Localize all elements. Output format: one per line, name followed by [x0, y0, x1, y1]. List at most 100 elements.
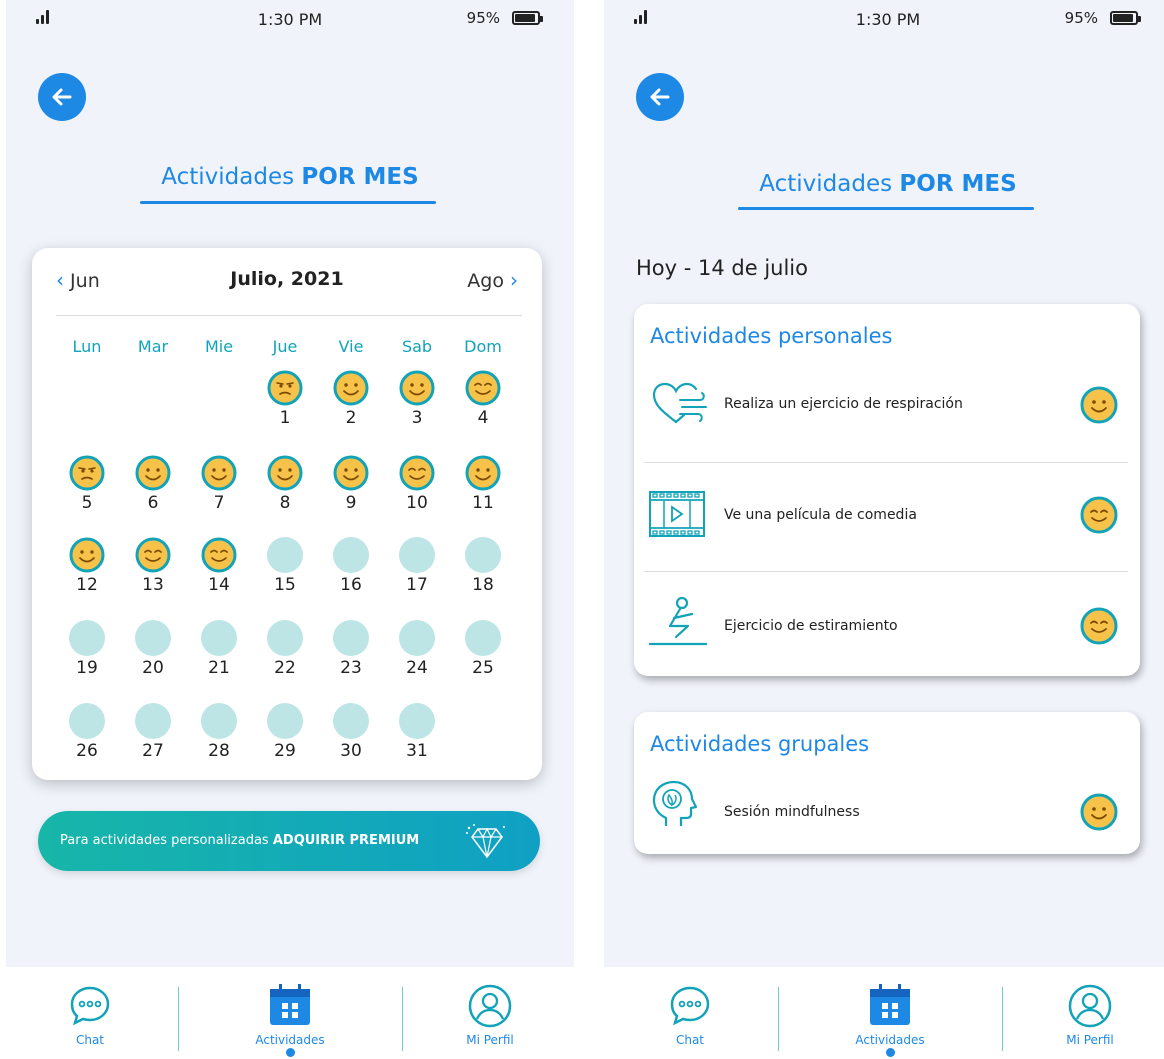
premium-label: Para actividades personalizadas: [60, 833, 273, 848]
film-strip-icon: [649, 491, 705, 537]
day-number: 30: [340, 741, 362, 761]
calendar-day[interactable]: 11: [453, 455, 513, 513]
activity-row[interactable]: Realiza un ejercicio de respiración: [634, 356, 1140, 456]
day-number: 22: [274, 658, 296, 678]
chat-bubble-icon: [670, 986, 710, 1026]
nav-chat-label: Chat: [75, 1033, 105, 1047]
nav-mi-perfil-label: Mi Perfil: [1066, 1033, 1114, 1047]
premium-banner[interactable]: Para actividades personalizadas ADQUIRIR…: [38, 811, 540, 871]
arrow-left-icon: [52, 88, 72, 106]
page-title-bold: POR MES: [899, 171, 1017, 197]
activity-row[interactable]: Sesión mindfulness: [634, 764, 1140, 852]
day-number: 10: [406, 493, 428, 513]
nav-mi-perfil[interactable]: Mi Perfil: [1030, 983, 1150, 1047]
calendar-day[interactable]: 7: [189, 455, 249, 513]
calendar-day[interactable]: 16: [321, 537, 381, 595]
calendar-day[interactable]: 22: [255, 620, 315, 678]
card-title: Actividades personales: [650, 324, 893, 348]
weekday-label: Mie: [204, 337, 234, 356]
chevron-right-icon: ›: [510, 268, 518, 292]
calendar-day[interactable]: 26: [57, 703, 117, 761]
bottom-nav: Chat Actividades Mi Perfil: [604, 967, 1164, 1059]
title-underline: [738, 207, 1034, 210]
calendar-day[interactable]: 6: [123, 455, 183, 513]
bottom-nav: Chat Actividades Mi Perfil: [6, 967, 574, 1059]
calendar-day[interactable]: 20: [123, 620, 183, 678]
day-number: 25: [472, 658, 494, 678]
daily-activities-screen: 1:30 PM 95% Actividades POR MES Hoy - 14…: [604, 0, 1164, 1059]
calendar-day[interactable]: 18: [453, 537, 513, 595]
empty-day-marker: [465, 537, 501, 573]
day-number: 18: [472, 575, 494, 595]
calendar-day[interactable]: 24: [387, 620, 447, 678]
day-number: 24: [406, 658, 428, 678]
nav-actividades-label: Actividades: [255, 1033, 325, 1047]
next-month-button[interactable]: Ago ›: [467, 268, 518, 292]
back-button[interactable]: [636, 73, 684, 121]
activity-row[interactable]: Ve una película de comedia: [634, 464, 1140, 564]
day-number: 19: [76, 658, 98, 678]
empty-day-marker: [399, 537, 435, 573]
calendar-day[interactable]: 5: [57, 455, 117, 513]
weekday-label: Mar: [137, 337, 169, 356]
calendar-icon: [270, 984, 310, 1025]
battery-percent: 95%: [1064, 9, 1098, 27]
calendar-day[interactable]: 2: [321, 370, 381, 428]
calendar-day[interactable]: 21: [189, 620, 249, 678]
calendar-day[interactable]: 8: [255, 455, 315, 513]
day-number: 28: [208, 741, 230, 761]
mood-sad-icon: [69, 455, 105, 491]
calendar-day[interactable]: 15: [255, 537, 315, 595]
calendar-day[interactable]: 10: [387, 455, 447, 513]
nav-actividades[interactable]: Actividades: [230, 983, 350, 1057]
page-title: Actividades POR MES: [604, 171, 1164, 197]
empty-day-marker: [135, 620, 171, 656]
day-number: 31: [406, 741, 428, 761]
nav-actividades[interactable]: Actividades: [830, 983, 950, 1057]
activity-row[interactable]: Ejercicio de estiramiento: [634, 574, 1140, 674]
mood-happy-icon: [333, 370, 369, 406]
calendar-day[interactable]: 30: [321, 703, 381, 761]
page-title: Actividades POR MES: [6, 164, 574, 190]
nav-chat-label: Chat: [675, 1033, 705, 1047]
page-title-regular: Actividades: [759, 171, 900, 197]
calendar-day[interactable]: 13: [123, 537, 183, 595]
nav-chat[interactable]: Chat: [30, 983, 150, 1047]
calendar-day[interactable]: 19: [57, 620, 117, 678]
empty-day-marker: [267, 620, 303, 656]
nav-chat[interactable]: Chat: [630, 983, 750, 1047]
day-number: 7: [213, 493, 225, 513]
nav-mi-perfil[interactable]: Mi Perfil: [430, 983, 550, 1047]
weekday-label: Jue: [272, 337, 298, 356]
calendar-day[interactable]: 1: [255, 370, 315, 428]
calendar-day[interactable]: 28: [189, 703, 249, 761]
day-number: 20: [142, 658, 164, 678]
day-number: 1: [279, 408, 291, 428]
day-number: 12: [76, 575, 98, 595]
calendar-day[interactable]: 23: [321, 620, 381, 678]
calendar-day[interactable]: 29: [255, 703, 315, 761]
nav-actividades-label: Actividades: [855, 1033, 925, 1047]
calendar-day[interactable]: 14: [189, 537, 249, 595]
calendar-day[interactable]: 9: [321, 455, 381, 513]
back-button[interactable]: [38, 73, 86, 121]
calendar-day[interactable]: 27: [123, 703, 183, 761]
day-number: 3: [411, 408, 423, 428]
calendar-day[interactable]: 31: [387, 703, 447, 761]
empty-day-marker: [135, 703, 171, 739]
status-bar: 1:30 PM 95%: [604, 0, 1164, 44]
calendar-day[interactable]: 3: [387, 370, 447, 428]
calendar-day[interactable]: 4: [453, 370, 513, 428]
stretching-icon: [648, 596, 708, 646]
day-number: 4: [477, 408, 489, 428]
arrow-left-icon: [650, 88, 670, 106]
mood-happy-icon: [201, 455, 237, 491]
calendar-day[interactable]: 17: [387, 537, 447, 595]
empty-day-marker: [399, 620, 435, 656]
title-underline: [140, 201, 436, 204]
nav-separator: [778, 987, 779, 1051]
calendar-day[interactable]: 12: [57, 537, 117, 595]
calendar-day[interactable]: 25: [453, 620, 513, 678]
mood-content-icon: [135, 537, 171, 573]
weekday-label: Sab: [401, 337, 433, 356]
